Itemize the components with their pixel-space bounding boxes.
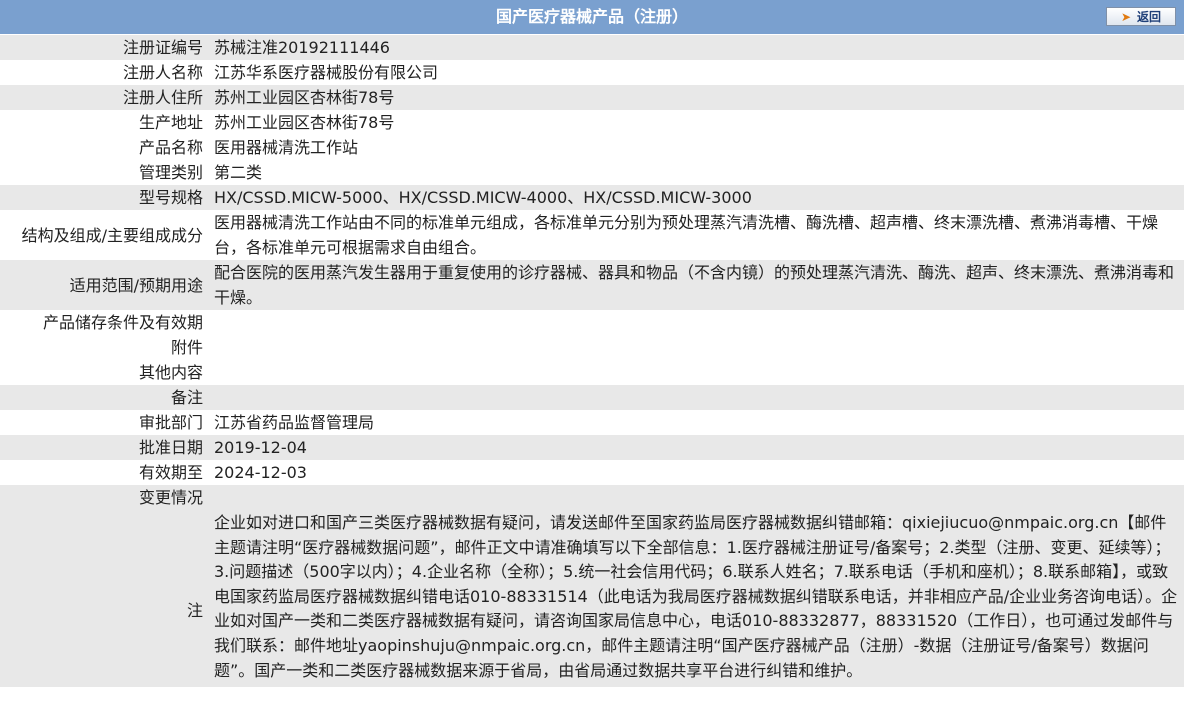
field-value: 医用器械清洗工作站	[207, 135, 1184, 160]
page-title: 国产医疗器械产品（注册）	[495, 7, 688, 26]
field-value	[207, 335, 1184, 360]
field-label: 型号规格	[0, 185, 207, 210]
row-registrant-address: 注册人住所 苏州工业园区杏林街78号	[0, 85, 1184, 110]
field-value: 第二类	[207, 160, 1184, 185]
field-value: 苏州工业园区杏林街78号	[207, 85, 1184, 110]
field-value: 苏械注准20192111446	[207, 35, 1184, 60]
field-value	[207, 310, 1184, 335]
field-value: 医用器械清洗工作站由不同的标准单元组成，各标准单元分别为预处理蒸汽清洗槽、酶洗槽…	[207, 210, 1184, 260]
arrow-right-icon: ➤	[1120, 9, 1132, 24]
field-label: 附件	[0, 335, 207, 360]
field-label: 产品储存条件及有效期	[0, 310, 207, 335]
row-other-content: 其他内容	[0, 360, 1184, 385]
field-label: 审批部门	[0, 410, 207, 435]
row-intended-use: 适用范围/预期用途 配合医院的医用蒸汽发生器用于重复使用的诊疗器械、器具和物品（…	[0, 260, 1184, 310]
notice-labels: 变更情况 注	[0, 485, 207, 688]
page-header: 国产医疗器械产品（注册） ➤ 返回	[0, 0, 1184, 35]
back-button[interactable]: ➤ 返回	[1106, 7, 1176, 26]
field-label: 备注	[0, 385, 207, 410]
row-management-category: 管理类别 第二类	[0, 160, 1184, 185]
detail-table: 注册证编号 苏械注准20192111446 注册人名称 江苏华系医疗器械股份有限…	[0, 35, 1184, 688]
row-product-name: 产品名称 医用器械清洗工作站	[0, 135, 1184, 160]
row-registrant-name: 注册人名称 江苏华系医疗器械股份有限公司	[0, 60, 1184, 85]
field-label: 注册证编号	[0, 35, 207, 60]
field-value: 苏州工业园区杏林街78号	[207, 110, 1184, 135]
field-label: 产品名称	[0, 135, 207, 160]
row-notice: 变更情况 注 企业如对进口和国产三类医疗器械数据有疑问，请发送邮件至国家药监局医…	[0, 485, 1184, 688]
field-value: 江苏省药品监督管理局	[207, 410, 1184, 435]
row-valid-until: 有效期至 2024-12-03	[0, 460, 1184, 485]
field-value: 江苏华系医疗器械股份有限公司	[207, 60, 1184, 85]
field-value: 2024-12-03	[207, 460, 1184, 485]
row-production-address: 生产地址 苏州工业园区杏林街78号	[0, 110, 1184, 135]
field-label: 注册人住所	[0, 85, 207, 110]
field-label: 有效期至	[0, 460, 207, 485]
field-label: 注册人名称	[0, 60, 207, 85]
row-approval-date: 批准日期 2019-12-04	[0, 435, 1184, 460]
field-label: 结构及组成/主要组成成分	[0, 210, 207, 260]
back-button-label: 返回	[1137, 10, 1162, 24]
row-remarks: 备注	[0, 385, 1184, 410]
field-label: 变更情况	[138, 488, 203, 507]
row-approval-department: 审批部门 江苏省药品监督管理局	[0, 410, 1184, 435]
field-label: 生产地址	[0, 110, 207, 135]
notice-text: 企业如对进口和国产三类医疗器械数据有疑问，请发送邮件至国家药监局医疗器械数据纠错…	[207, 485, 1184, 688]
row-model-spec: 型号规格 HX/CSSD.MICW-5000、HX/CSSD.MICW-4000…	[0, 185, 1184, 210]
field-value: HX/CSSD.MICW-5000、HX/CSSD.MICW-4000、HX/C…	[207, 185, 1184, 210]
field-label: 其他内容	[0, 360, 207, 385]
field-value	[207, 385, 1184, 410]
field-label: 注	[186, 601, 203, 620]
row-structure-composition: 结构及组成/主要组成成分 医用器械清洗工作站由不同的标准单元组成，各标准单元分别…	[0, 210, 1184, 260]
field-label: 适用范围/预期用途	[0, 260, 207, 310]
field-label: 管理类别	[0, 160, 207, 185]
field-label: 批准日期	[0, 435, 207, 460]
row-registration-number: 注册证编号 苏械注准20192111446	[0, 35, 1184, 60]
field-value: 2019-12-04	[207, 435, 1184, 460]
field-value	[207, 360, 1184, 385]
row-storage-conditions: 产品储存条件及有效期	[0, 310, 1184, 335]
row-attachments: 附件	[0, 335, 1184, 360]
field-value: 配合医院的医用蒸汽发生器用于重复使用的诊疗器械、器具和物品（不含内镜）的预处理蒸…	[207, 260, 1184, 310]
